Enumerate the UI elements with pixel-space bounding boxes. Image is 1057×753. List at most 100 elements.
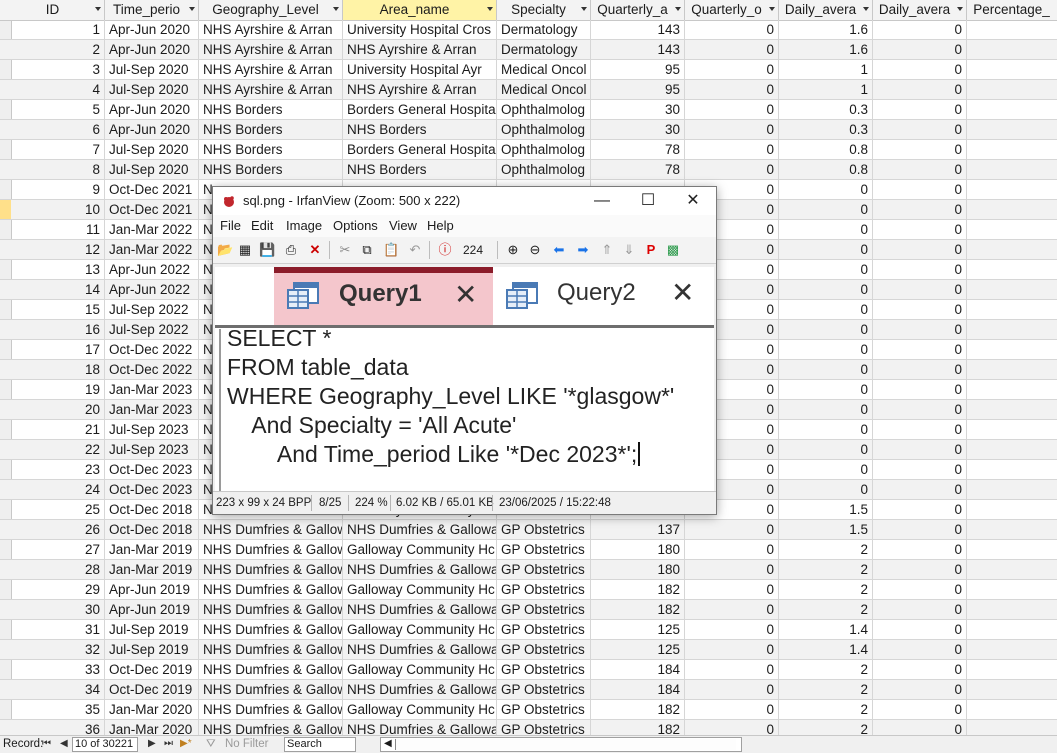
cell-geography-level[interactable]: NHS Ayrshire & Arran: [199, 40, 343, 59]
cell-time-period[interactable]: Apr-Jun 2020: [105, 100, 199, 119]
cell-quarterly-o[interactable]: 0: [685, 40, 779, 59]
menu-view[interactable]: View: [389, 215, 417, 237]
cell-quarterly-o[interactable]: 0: [685, 540, 779, 559]
cell-id[interactable]: 19: [11, 380, 105, 399]
cell-daily-average-2[interactable]: 0: [873, 640, 967, 659]
cell-percentage[interactable]: [967, 380, 1057, 399]
cell-id[interactable]: 33: [11, 660, 105, 679]
cell-area-name[interactable]: Borders General Hospita: [343, 100, 497, 119]
cell-quarterly-o[interactable]: 0: [685, 140, 779, 159]
cell-quarterly-a[interactable]: 182: [591, 700, 685, 719]
slideshow-icon[interactable]: ▦: [237, 242, 253, 258]
cell-geography-level[interactable]: NHS Dumfries & Gallow: [199, 660, 343, 679]
cell-quarterly-o[interactable]: 0: [685, 60, 779, 79]
cell-time-period[interactable]: Oct-Dec 2018: [105, 500, 199, 519]
cell-daily-average-1[interactable]: 0.8: [779, 140, 873, 159]
cell-area-name[interactable]: University Hospital Cros: [343, 20, 497, 39]
dropdown-arrow-icon[interactable]: [957, 7, 963, 11]
scrollbar-thumb[interactable]: [395, 739, 736, 750]
cell-geography-level[interactable]: NHS Dumfries & Gallow: [199, 520, 343, 539]
cell-specialty[interactable]: GP Obstetrics: [497, 560, 591, 579]
cell-geography-level[interactable]: NHS Ayrshire & Arran: [199, 80, 343, 99]
cell-quarterly-o[interactable]: 0: [685, 520, 779, 539]
dropdown-arrow-icon[interactable]: [863, 7, 869, 11]
cell-daily-average-1[interactable]: 2: [779, 680, 873, 699]
cell-quarterly-a[interactable]: 95: [591, 80, 685, 99]
cell-id[interactable]: 1: [11, 20, 105, 39]
save-icon[interactable]: 💾: [259, 242, 275, 258]
cell-time-period[interactable]: Oct-Dec 2021: [105, 200, 199, 219]
previous-record-button[interactable]: ◀: [60, 736, 68, 752]
cell-daily-average-2[interactable]: 0: [873, 440, 967, 459]
cell-quarterly-a[interactable]: 143: [591, 40, 685, 59]
cell-specialty[interactable]: Medical Oncol: [497, 80, 591, 99]
cell-specialty[interactable]: GP Obstetrics: [497, 540, 591, 559]
record-selector[interactable]: [0, 320, 11, 339]
cell-quarterly-a[interactable]: 180: [591, 540, 685, 559]
cell-percentage[interactable]: [967, 280, 1057, 299]
dropdown-arrow-icon[interactable]: [189, 7, 195, 11]
cell-daily-average-1[interactable]: 0: [779, 380, 873, 399]
cell-time-period[interactable]: Jul-Sep 2020: [105, 140, 199, 159]
cell-id[interactable]: 18: [11, 360, 105, 379]
cell-daily-average-1[interactable]: 1.5: [779, 520, 873, 539]
cell-id[interactable]: 14: [11, 280, 105, 299]
cell-daily-average-2[interactable]: 0: [873, 360, 967, 379]
cell-percentage[interactable]: [967, 320, 1057, 339]
cell-time-period[interactable]: Oct-Dec 2022: [105, 360, 199, 379]
cell-time-period[interactable]: Oct-Dec 2018: [105, 520, 199, 539]
cell-daily-average-2[interactable]: 0: [873, 100, 967, 119]
cell-id[interactable]: 23: [11, 460, 105, 479]
cell-quarterly-o[interactable]: 0: [685, 100, 779, 119]
record-selector[interactable]: [0, 20, 11, 39]
cell-percentage[interactable]: [967, 420, 1057, 439]
cell-quarterly-a[interactable]: 180: [591, 560, 685, 579]
cell-area-name[interactable]: Galloway Community Hc: [343, 540, 497, 559]
record-selector[interactable]: [0, 580, 11, 599]
cell-percentage[interactable]: [967, 600, 1057, 619]
cell-percentage[interactable]: [967, 80, 1057, 99]
cell-daily-average-2[interactable]: 0: [873, 20, 967, 39]
cell-specialty[interactable]: Ophthalmolog: [497, 120, 591, 139]
cell-daily-average-1[interactable]: 1.4: [779, 640, 873, 659]
record-selector[interactable]: [0, 260, 11, 279]
filter-icon[interactable]: ⛛: [206, 736, 216, 752]
cell-id[interactable]: 20: [11, 400, 105, 419]
cell-percentage[interactable]: [967, 520, 1057, 539]
cell-daily-average-1[interactable]: 0: [779, 320, 873, 339]
dropdown-arrow-icon[interactable]: [581, 7, 587, 11]
cell-daily-average-1[interactable]: 2: [779, 700, 873, 719]
cell-daily-average-2[interactable]: 0: [873, 300, 967, 319]
cell-percentage[interactable]: [967, 440, 1057, 459]
cell-quarterly-o[interactable]: 0: [685, 660, 779, 679]
table-row[interactable]: 5 Apr-Jun 2020 NHS Borders Borders General …: [0, 100, 1057, 120]
paint-icon[interactable]: P: [643, 242, 659, 258]
cell-geography-level[interactable]: NHS Dumfries & Gallow: [199, 580, 343, 599]
column-header-quarterly-o[interactable]: Quarterly_o: [685, 0, 779, 20]
cell-specialty[interactable]: GP Obstetrics: [497, 660, 591, 679]
cell-daily-average-1[interactable]: 0: [779, 260, 873, 279]
cell-id[interactable]: 3: [11, 60, 105, 79]
cell-daily-average-2[interactable]: 0: [873, 500, 967, 519]
dropdown-arrow-icon[interactable]: [487, 7, 493, 11]
cell-geography-level[interactable]: NHS Dumfries & Gallow: [199, 620, 343, 639]
cell-id[interactable]: 6: [11, 120, 105, 139]
record-selector[interactable]: [0, 300, 11, 319]
cell-percentage[interactable]: [967, 180, 1057, 199]
cell-geography-level[interactable]: NHS Dumfries & Gallow: [199, 560, 343, 579]
cell-specialty[interactable]: GP Obstetrics: [497, 680, 591, 699]
cell-specialty[interactable]: GP Obstetrics: [497, 640, 591, 659]
cell-id[interactable]: 10: [11, 200, 105, 219]
cut-icon[interactable]: ✂: [337, 242, 353, 258]
record-selector[interactable]: [0, 440, 11, 459]
cell-id[interactable]: 31: [11, 620, 105, 639]
cell-percentage[interactable]: [967, 260, 1057, 279]
cell-percentage[interactable]: [967, 620, 1057, 639]
cell-daily-average-2[interactable]: 0: [873, 180, 967, 199]
cell-time-period[interactable]: Jul-Sep 2020: [105, 160, 199, 179]
cell-percentage[interactable]: [967, 720, 1057, 735]
cell-time-period[interactable]: Oct-Dec 2022: [105, 340, 199, 359]
column-header-geography-level[interactable]: Geography_Level: [199, 0, 343, 20]
cell-quarterly-o[interactable]: 0: [685, 700, 779, 719]
column-header-id[interactable]: ID: [11, 0, 105, 20]
